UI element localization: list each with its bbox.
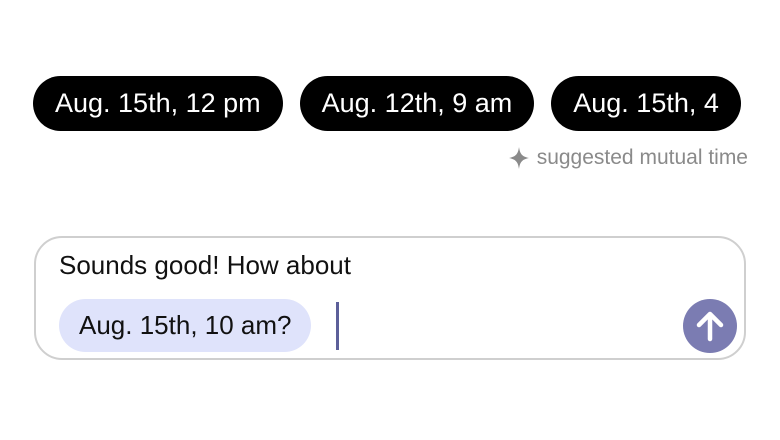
time-chip-aug-15-12pm[interactable]: Aug. 15th, 12 pm [33, 76, 283, 131]
send-button[interactable] [683, 299, 737, 353]
scheduling-screen: Aug. 15th, 12 pm Aug. 12th, 9 am Aug. 15… [0, 0, 780, 440]
suggested-mutual-time-note: suggested mutual time [508, 146, 748, 170]
time-chip-aug-12-9am[interactable]: Aug. 12th, 9 am [299, 76, 535, 131]
suggestion-note-text: suggested mutual time [536, 146, 748, 169]
arrow-up-icon [695, 310, 725, 342]
suggested-times-row[interactable]: Aug. 15th, 12 pm Aug. 12th, 9 am Aug. 15… [33, 76, 741, 131]
sparkle-icon [508, 147, 529, 169]
inserted-time-chip[interactable]: Aug. 15th, 10 am? [59, 299, 312, 352]
message-text[interactable]: Sounds good! How about [59, 250, 351, 281]
time-chip-aug-15-4[interactable]: Aug. 15th, 4 [551, 76, 741, 131]
text-caret [336, 302, 339, 350]
message-composer[interactable]: Sounds good! How about Aug. 15th, 10 am? [34, 236, 746, 360]
